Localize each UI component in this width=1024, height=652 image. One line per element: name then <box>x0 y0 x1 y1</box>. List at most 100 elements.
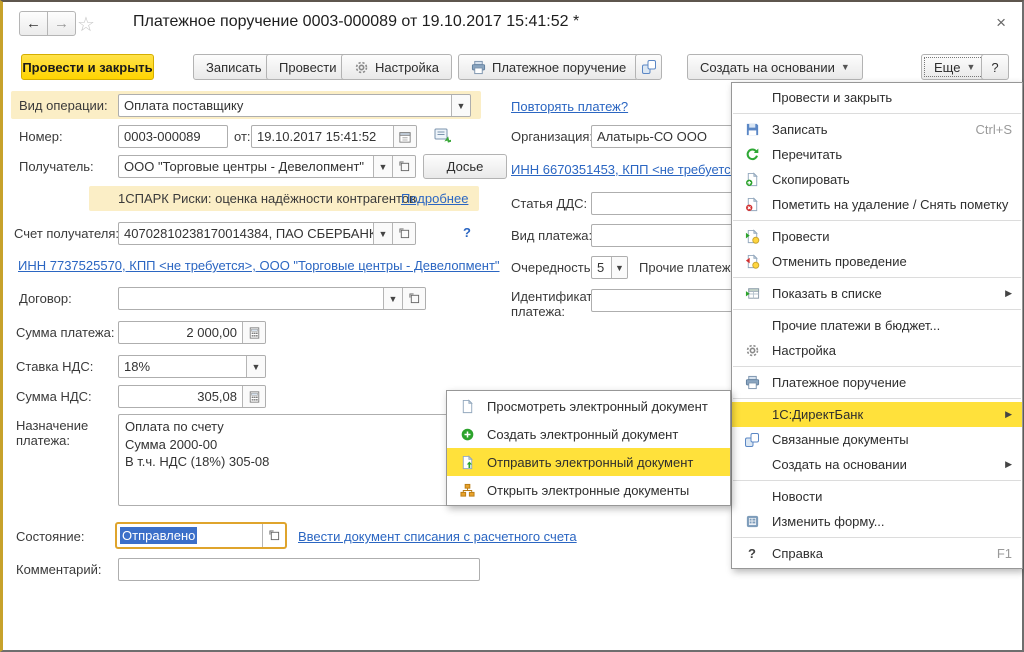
view-edoc-icon <box>457 398 477 414</box>
post-button[interactable]: Провести <box>266 54 350 80</box>
more-menu-item-label: Прочие платежи в бюджет... <box>772 318 1012 333</box>
more-button[interactable]: Еще▼ <box>921 54 988 80</box>
chevron-down-icon[interactable]: ▼ <box>373 156 392 177</box>
forward-button[interactable]: → <box>47 11 76 36</box>
date-input[interactable]: 19.10.2017 15:41:52 <box>251 125 417 148</box>
spark-info-text: 1СПАРК Риски: оценка надёжности контраге… <box>118 191 420 206</box>
vat-amount-input[interactable]: 305,08 <box>118 385 266 408</box>
directbank-submenu-item[interactable]: Открыть электронные документы <box>447 476 730 504</box>
more-menu-item[interactable]: Пометить на удаление / Снять пометку <box>732 192 1022 217</box>
payment-order-print-label: Платежное поручение <box>492 60 626 75</box>
delete-mark-icon <box>742 197 762 213</box>
chevron-down-icon[interactable]: ▼ <box>611 257 627 278</box>
number-input[interactable]: 0003-000089 <box>118 125 228 148</box>
printer-icon <box>742 375 762 391</box>
menu-separator <box>733 366 1021 367</box>
payee-value: ООО "Торговые центры - Девелопмент" <box>119 156 373 177</box>
more-menu-item-label: 1С:ДиректБанк <box>772 407 995 422</box>
spark-more-link[interactable]: Подробнее <box>401 191 468 206</box>
payee-account-select[interactable]: 40702810238170014384, ПАО СБЕРБАНК ▼ <box>118 222 416 245</box>
more-menu-item-label: Новости <box>772 489 1012 504</box>
open-item-icon[interactable] <box>392 156 415 177</box>
more-menu-item[interactable]: Создать на основании▶ <box>732 452 1022 477</box>
directbank-submenu-item[interactable]: Отправить электронный документ <box>447 448 730 476</box>
open-item-icon[interactable] <box>262 524 285 547</box>
directbank-submenu-item[interactable]: Просмотреть электронный документ <box>447 392 730 420</box>
more-menu-item[interactable]: Платежное поручение <box>732 370 1022 395</box>
post-and-close-button[interactable]: Провести и закрыть <box>21 54 154 80</box>
repeat-payment-link[interactable]: Повторять платеж? <box>511 99 628 114</box>
menu-separator <box>733 309 1021 310</box>
more-menu-item[interactable]: Связанные документы <box>732 427 1022 452</box>
favorite-star-icon[interactable]: ☆ <box>77 12 95 37</box>
no-icon <box>742 90 762 106</box>
number-label: Номер: <box>19 129 63 144</box>
payee-select[interactable]: ООО "Торговые центры - Девелопмент" ▼ <box>118 155 416 178</box>
open-edocs-icon <box>457 482 477 498</box>
payment-order-print-button[interactable]: Платежное поручение <box>458 54 639 80</box>
dossier-button[interactable]: Досье <box>423 154 507 179</box>
open-item-icon[interactable] <box>402 288 425 309</box>
unpost-icon <box>742 254 762 270</box>
comment-input[interactable] <box>118 558 480 581</box>
menu-separator <box>733 398 1021 399</box>
chevron-down-icon[interactable]: ▼ <box>451 95 470 116</box>
chevron-down-icon[interactable]: ▼ <box>246 356 265 377</box>
more-menu-item[interactable]: Изменить форму... <box>732 509 1022 534</box>
post-icon <box>742 229 762 245</box>
state-field[interactable]: Отправлено <box>115 522 287 549</box>
menu-separator <box>733 537 1021 538</box>
nav-buttons: ← → <box>19 11 76 36</box>
related-documents-button[interactable] <box>635 54 662 80</box>
calculator-icon[interactable] <box>242 322 265 343</box>
more-menu-item[interactable]: Новости <box>732 484 1022 509</box>
chevron-down-icon[interactable]: ▼ <box>373 223 392 244</box>
more-menu-item[interactable]: ЗаписатьCtrl+S <box>732 117 1022 142</box>
more-menu-item[interactable]: Скопировать <box>732 167 1022 192</box>
org-inn-link[interactable]: ИНН 6670351453, КПП <не требуется>, О <box>511 162 763 177</box>
more-menu-item[interactable]: Показать в списке▶ <box>732 281 1022 306</box>
amount-input[interactable]: 2 000,00 <box>118 321 266 344</box>
priority-select[interactable]: 5 ▼ <box>591 256 628 279</box>
payment-order-window: ← → ☆ Платежное поручение 0003-000089 от… <box>0 0 1024 652</box>
help-icon: ? <box>742 546 762 562</box>
back-button[interactable]: ← <box>19 11 48 36</box>
related-docs-icon <box>742 432 762 448</box>
save-button[interactable]: Записать <box>193 54 275 80</box>
menu-separator <box>733 277 1021 278</box>
calendar-icon[interactable] <box>393 126 416 147</box>
more-menu-item-label: Скопировать <box>772 172 1012 187</box>
open-item-icon[interactable] <box>392 223 415 244</box>
chevron-down-icon: ▼ <box>966 62 975 72</box>
directbank-submenu-item[interactable]: Создать электронный документ <box>447 420 730 448</box>
vat-rate-select[interactable]: 18% ▼ <box>118 355 266 378</box>
directbank-submenu-item-label: Открыть электронные документы <box>487 483 720 498</box>
more-menu-item[interactable]: Провести и закрыть <box>732 85 1022 110</box>
more-menu-item[interactable]: Настройка <box>732 338 1022 363</box>
more-menu-item[interactable]: Провести <box>732 224 1022 249</box>
help-button[interactable]: ? <box>981 54 1009 80</box>
post-and-close-label: Провести и закрыть <box>22 60 152 75</box>
more-menu-item[interactable]: Прочие платежи в бюджет... <box>732 313 1022 338</box>
contract-select[interactable]: ▼ <box>118 287 426 310</box>
chevron-down-icon[interactable]: ▼ <box>383 288 402 309</box>
create-based-on-button[interactable]: Создать на основании▼ <box>687 54 863 80</box>
calculator-icon[interactable] <box>242 386 265 407</box>
create-based-on-label: Создать на основании <box>700 60 835 75</box>
more-menu-item[interactable]: Отменить проведение <box>732 249 1022 274</box>
auto-number-icon[interactable] <box>433 127 451 145</box>
settings-button[interactable]: Настройка <box>341 54 452 80</box>
settings-label: Настройка <box>375 60 439 75</box>
enter-writeoff-link[interactable]: Ввести документ списания с расчетного сч… <box>298 529 577 544</box>
more-menu-item-label: Настройка <box>772 343 1012 358</box>
more-menu-item[interactable]: ?СправкаF1 <box>732 541 1022 566</box>
payee-inn-link[interactable]: ИНН 7737525570, КПП <не требуется>, ООО … <box>18 258 500 273</box>
operation-type-select[interactable]: Оплата поставщику ▼ <box>118 94 471 117</box>
purpose-textarea[interactable]: Оплата по счету Сумма 2000-00 В т.ч. НДС… <box>118 414 480 506</box>
more-menu-item-label: Провести <box>772 229 1012 244</box>
close-icon[interactable]: × <box>996 14 1006 31</box>
more-menu-item[interactable]: 1С:ДиректБанк▶ <box>732 402 1022 427</box>
create-edoc-icon <box>457 426 477 442</box>
account-help-icon[interactable]: ? <box>463 225 471 240</box>
more-menu-item[interactable]: Перечитать <box>732 142 1022 167</box>
